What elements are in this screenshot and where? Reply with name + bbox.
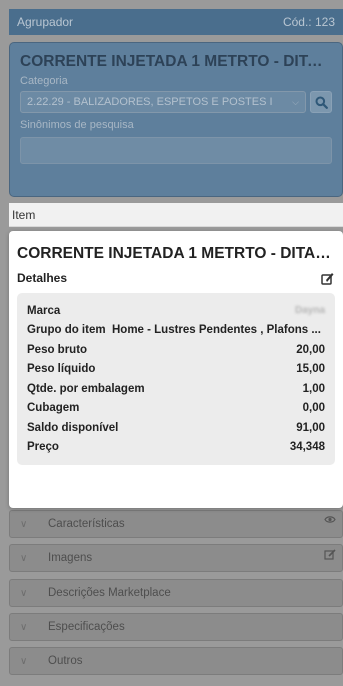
detail-value: 1,00 (302, 382, 325, 395)
details-header: Detalhes (17, 271, 335, 285)
section-label: Especificações (48, 621, 125, 633)
detail-value: Home - Lustres Pendentes , Plafons ... (111, 324, 321, 337)
detail-label: Preço (27, 441, 59, 454)
detail-label: Marca (27, 304, 61, 317)
detail-row-peso-liquido: Peso líquido 15,00 (27, 360, 325, 380)
details-box: Marca Dayna Grupo do item Home - Lustres… (17, 293, 335, 465)
synonyms-input[interactable] (20, 137, 332, 164)
detail-row-peso-bruto: Peso bruto 20,00 (27, 340, 325, 360)
chevron-down-icon: ∨ (20, 518, 28, 530)
detail-label: Peso bruto (27, 343, 88, 356)
group-code: Cód.: 123 (282, 15, 335, 29)
section-especificacoes[interactable]: ∨ Especificações (9, 613, 343, 641)
category-row: 2.22.29 - BALIZADORES, ESPETOS E POSTES … (20, 91, 332, 113)
section-imagens[interactable]: ∨ Imagens (9, 544, 343, 572)
section-label: Outros (48, 655, 83, 667)
edit-icon[interactable] (324, 549, 336, 561)
detail-label-text: Grupo do item (27, 324, 106, 337)
detail-label: Qtde. por embalagem (27, 382, 145, 395)
item-modal: CORRENTE INJETADA 1 METRTO - DITAL - ...… (9, 231, 343, 508)
group-title: CORRENTE INJETADA 1 METRTO - DITAL - ... (20, 53, 332, 70)
chevron-down-icon: ⌵ (292, 96, 299, 107)
item-modal-header: Item (9, 203, 343, 227)
group-header: Agrupador Cód.: 123 (9, 9, 343, 35)
detail-value: 0,00 (302, 402, 325, 415)
detail-value: 91,00 (296, 421, 325, 434)
item-title: CORRENTE INJETADA 1 METRTO - DITAL - ... (17, 245, 335, 262)
chevron-down-icon: ∨ (20, 587, 28, 599)
detail-value: 34,348 (289, 441, 325, 454)
detail-label: Saldo disponível (27, 421, 119, 434)
detail-value: 20,00 (296, 343, 325, 356)
detail-label: Peso líquido (27, 363, 96, 376)
category-label: Categoria (20, 75, 68, 87)
chevron-down-icon: ∨ (20, 655, 28, 667)
detail-row-grupo: Grupo do item Home - Lustres Pendentes ,… (27, 321, 325, 341)
category-value: 2.22.29 - BALIZADORES, ESPETOS E POSTES … (27, 96, 273, 108)
detail-label: Grupo do item Home - Lustres Pendentes ,… (27, 324, 321, 336)
detail-row-marca: Marca Dayna (27, 301, 325, 321)
section-caracteristicas[interactable]: ∨ Características (9, 510, 343, 538)
edit-icon[interactable] (321, 272, 335, 285)
chevron-down-icon: ∨ (20, 552, 28, 564)
category-search-button[interactable] (310, 91, 332, 113)
category-select[interactable]: 2.22.29 - BALIZADORES, ESPETOS E POSTES … (20, 91, 306, 113)
detail-row-cubagem: Cubagem 0,00 (27, 399, 325, 419)
detail-label: Cubagem (27, 402, 80, 415)
group-panel: CORRENTE INJETADA 1 METRTO - DITAL - ...… (9, 42, 343, 197)
detail-row-preco: Preço 34,348 (27, 438, 325, 458)
section-label: Imagens (48, 552, 93, 564)
section-label: Características (48, 518, 125, 530)
section-label: Descrições Marketplace (48, 587, 171, 599)
detail-value: Dayna (294, 305, 325, 317)
synonyms-label: Sinônimos de pesquisa (20, 119, 134, 131)
item-modal-header-label: Item (12, 207, 36, 222)
section-outros[interactable]: ∨ Outros (9, 647, 343, 675)
search-icon (315, 96, 328, 109)
chevron-down-icon: ∨ (20, 621, 28, 633)
section-descricoes-marketplace[interactable]: ∨ Descrições Marketplace (9, 579, 343, 607)
detail-row-saldo: Saldo disponível 91,00 (27, 418, 325, 438)
detail-value: 15,00 (296, 363, 325, 376)
details-label: Detalhes (17, 271, 68, 285)
detail-row-qtde-embalagem: Qtde. por embalagem 1,00 (27, 379, 325, 399)
eye-icon[interactable] (324, 515, 336, 524)
group-header-label: Agrupador (17, 15, 74, 29)
